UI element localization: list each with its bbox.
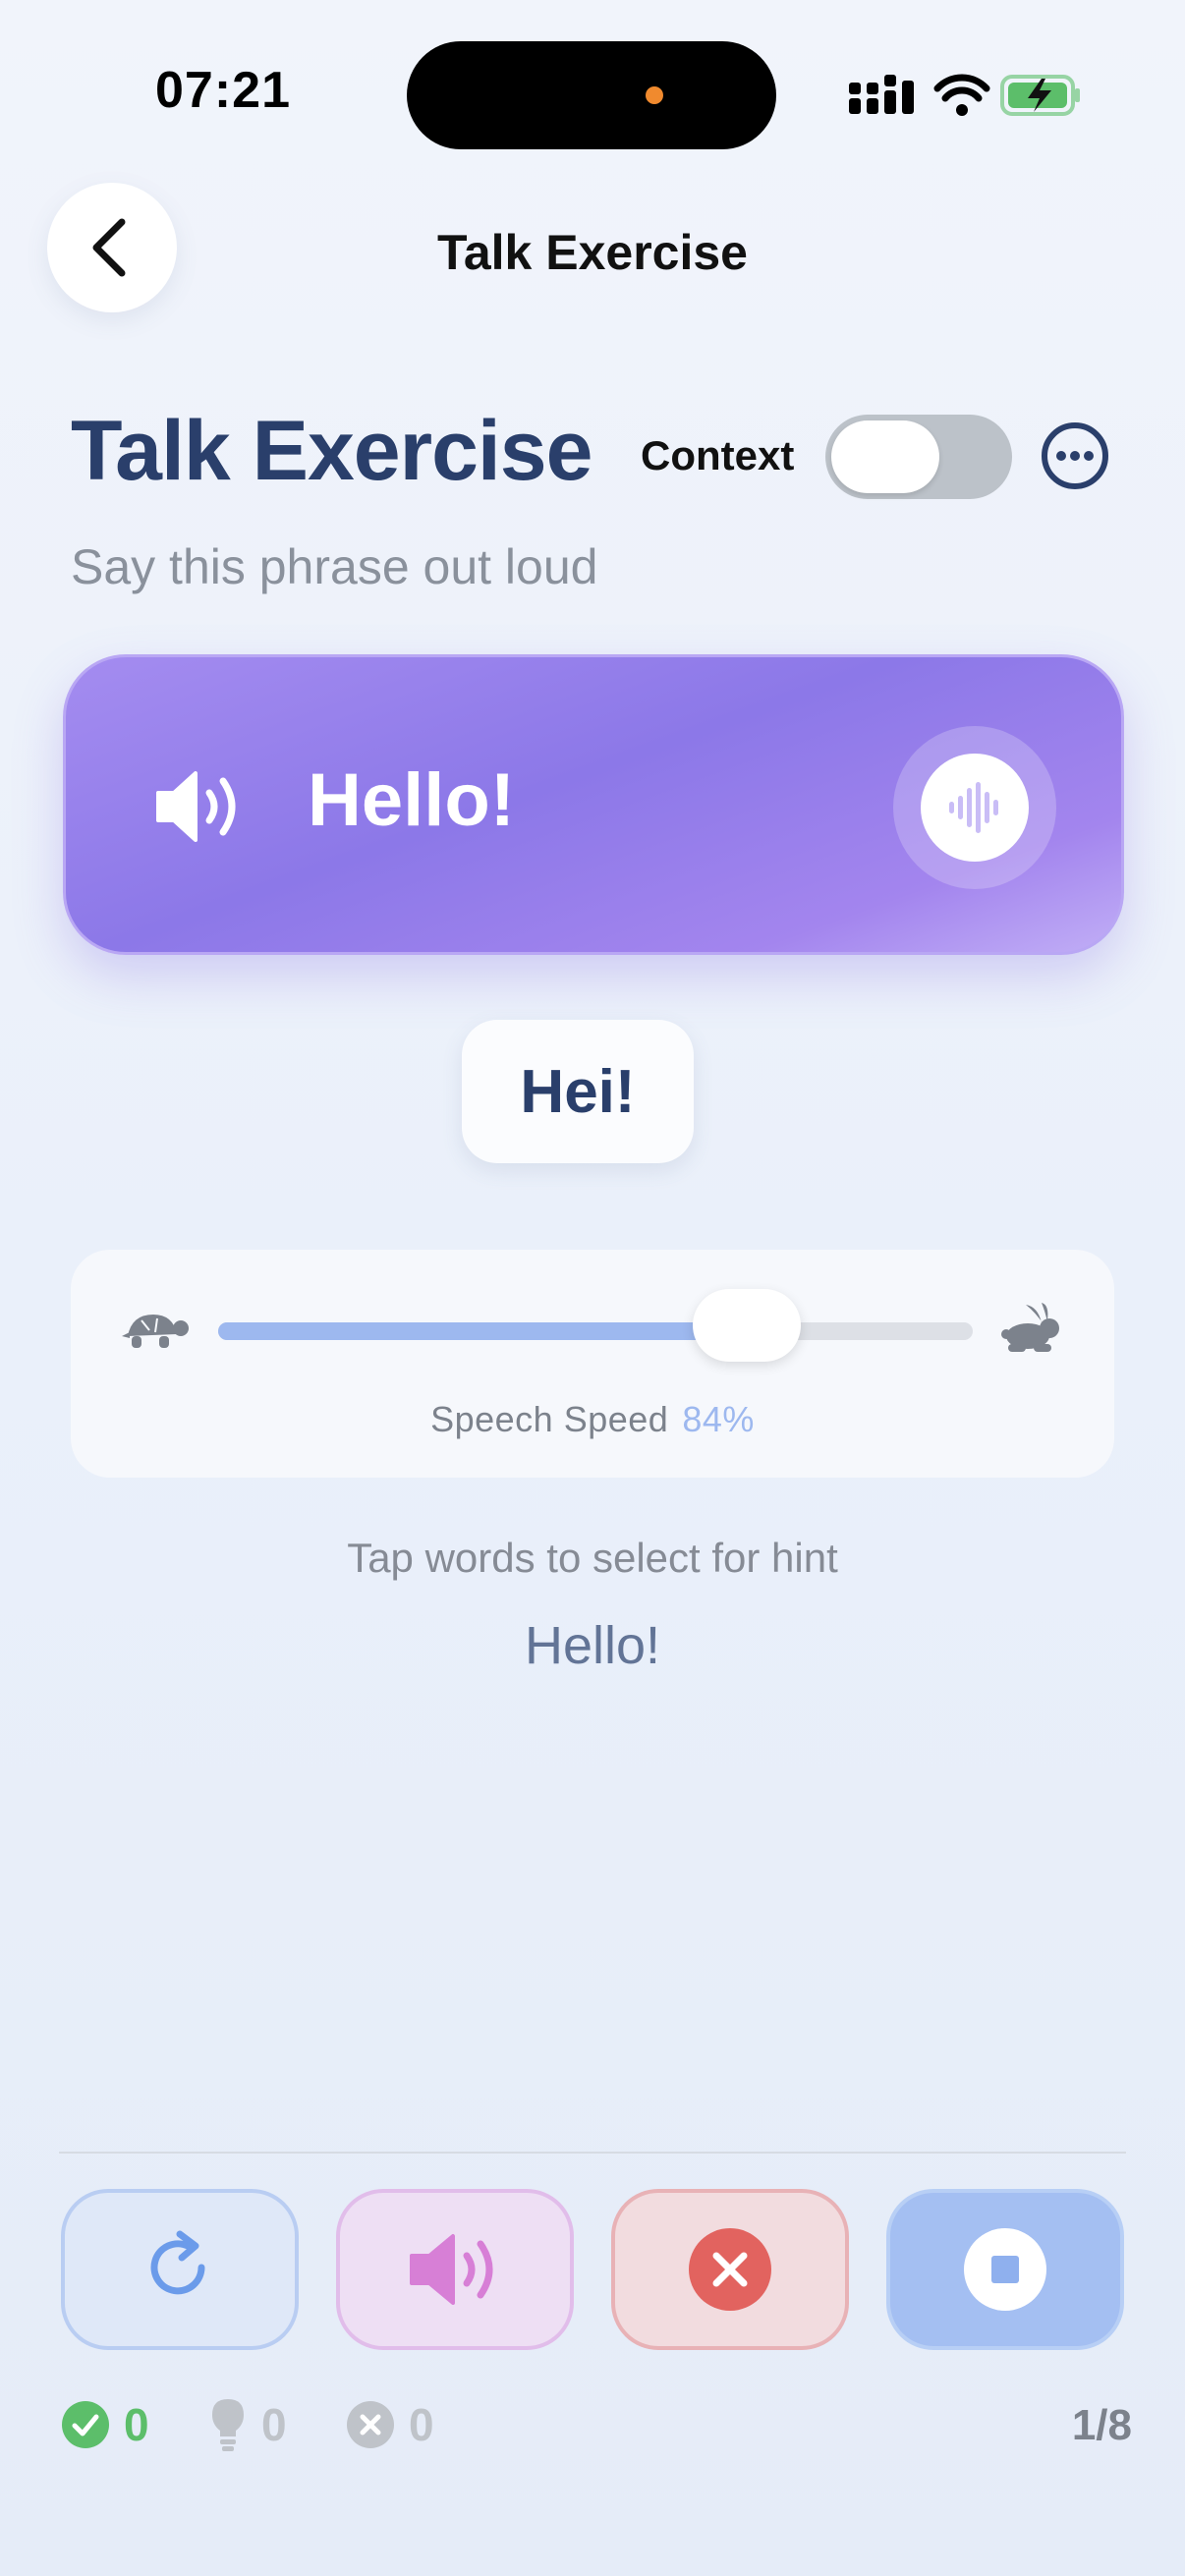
status-time: 07:21	[155, 62, 291, 119]
slider-thumb[interactable]	[692, 1289, 801, 1362]
hint-count: 0	[208, 2397, 287, 2452]
stop-button[interactable]	[886, 2189, 1124, 2350]
bottom-divider	[59, 2152, 1126, 2154]
x-circle-icon	[347, 2401, 394, 2448]
speaker-wave-icon[interactable]	[152, 765, 247, 848]
correct-count: 0	[61, 2397, 149, 2452]
voice-playback-button[interactable]	[893, 726, 1056, 889]
speech-speed-value: 84%	[682, 1399, 755, 1439]
wrong-count: 0	[346, 2397, 434, 2452]
close-circle-icon	[689, 2228, 771, 2311]
more-options-button[interactable]	[1040, 420, 1110, 491]
progress-counter: 1/8	[1071, 2401, 1132, 2449]
speech-speed-title: Speech Speed	[430, 1399, 669, 1439]
correct-count-value: 0	[124, 2399, 149, 2450]
slider-fill	[218, 1322, 747, 1340]
context-toggle[interactable]	[825, 415, 1012, 499]
phrase-card[interactable]: Hello!	[63, 654, 1124, 955]
toggle-knob	[831, 420, 939, 493]
waveform-icon	[949, 782, 998, 833]
speech-speed-card: Speech Speed 84%	[71, 1250, 1114, 1478]
speech-speed-slider[interactable]	[218, 1289, 973, 1362]
wifi-icon	[933, 74, 990, 116]
stop-icon	[964, 2228, 1046, 2311]
lightbulb-icon	[212, 2399, 244, 2451]
hint-word[interactable]: Hello!	[0, 1615, 1185, 1676]
play-audio-button[interactable]	[336, 2189, 574, 2350]
translation-chip[interactable]: Hei!	[462, 1020, 694, 1163]
voice-button-inner	[921, 754, 1029, 862]
speech-speed-label: Speech Speed 84%	[71, 1399, 1114, 1440]
cellular-signal-icon	[849, 74, 1080, 116]
stats-bar: 0 0 0 1/8	[61, 2397, 1132, 2452]
rabbit-icon	[1001, 1303, 1059, 1352]
page-title: Talk Exercise	[71, 404, 592, 498]
hint-instruction: Tap words to select for hint	[347, 1535, 838, 1581]
status-icons	[847, 69, 1083, 124]
checkmark-circle-icon	[62, 2401, 109, 2448]
wrong-count-value: 0	[409, 2399, 434, 2450]
nav-title: Talk Exercise	[437, 225, 748, 280]
battery-icon	[1000, 75, 1080, 116]
phrase-text[interactable]: Hello!	[308, 757, 515, 843]
retry-button[interactable]	[61, 2189, 299, 2350]
speaker-icon	[410, 2234, 493, 2305]
hint-count-value: 0	[261, 2399, 287, 2450]
ellipsis-circle-icon	[1042, 422, 1108, 489]
retry-icon	[150, 2230, 205, 2295]
camera-indicator-dot	[646, 86, 663, 104]
dynamic-island	[407, 41, 776, 149]
page-subtitle: Say this phrase out loud	[71, 539, 598, 594]
skip-button[interactable]	[611, 2189, 849, 2350]
context-label: Context	[641, 432, 795, 478]
turtle-icon	[122, 1315, 189, 1348]
